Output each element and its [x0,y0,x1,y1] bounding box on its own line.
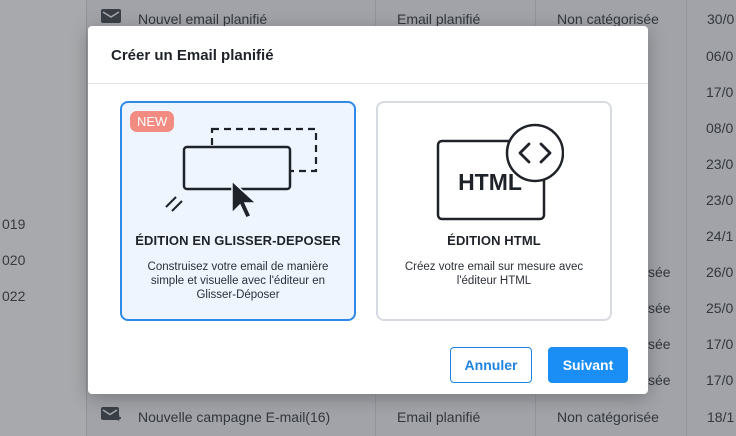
cancel-button[interactable]: Annuler [450,347,532,383]
next-button[interactable]: Suivant [548,347,628,383]
card-title: ÉDITION HTML [447,233,541,248]
card-description: Créez votre email sur mesure avec l'édit… [404,261,584,287]
drag-drop-icon [165,127,318,219]
modal-divider [88,83,648,84]
drag-drop-editor-card[interactable]: NEW ÉDITION EN GLISSER-DEPOSER Construis… [120,101,356,321]
card-title: ÉDITION EN GLISSER-DEPOSER [135,233,341,248]
create-email-modal: Créer un Email planifié NEW ÉDITION EN G… [88,26,648,394]
card-description: Construisez votre email de manière simpl… [147,261,329,301]
html-editor-card[interactable]: HTML ÉDITION HTML Créez votre email sur … [376,101,612,321]
html-code-icon: HTML [436,123,564,221]
html-icon-label: HTML [458,169,522,195]
modal-title: Créer un Email planifié [111,47,274,64]
